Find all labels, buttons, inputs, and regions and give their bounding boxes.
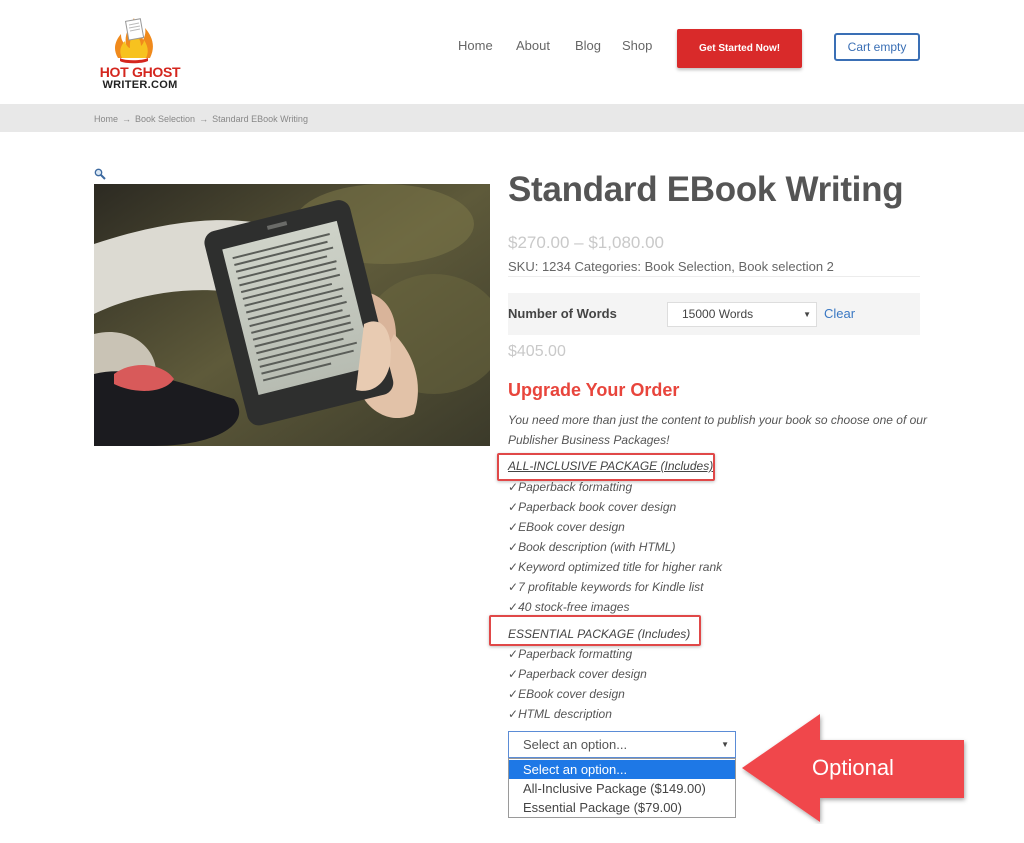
feature-item: ✓EBook cover design	[508, 520, 625, 534]
nav-blog-link[interactable]: Blog	[575, 38, 601, 53]
logo-wordmark: HOT GHOST WRITER.COM	[90, 65, 190, 91]
upgrade-intro: You need more than just the content to p…	[508, 413, 927, 447]
divider	[508, 276, 920, 277]
product-title: Standard EBook Writing	[508, 170, 904, 209]
feature-item: ✓Book description (with HTML)	[508, 540, 676, 554]
feature-item: ✓7 profitable keywords for Kindle list	[508, 580, 704, 594]
package-addon-dropdown: Select an option... All-Inclusive Packag…	[508, 758, 736, 818]
cart-button[interactable]: Cart empty	[834, 33, 920, 61]
breadcrumb-book-selection[interactable]: Book Selection	[135, 114, 195, 124]
option-all-inclusive-package[interactable]: All-Inclusive Package ($149.00)	[509, 779, 735, 798]
ereader-photo-illustration	[94, 184, 490, 446]
number-of-words-label: Number of Words	[508, 306, 617, 321]
checkmark-icon: ✓	[508, 580, 519, 594]
price-range: $270.00 – $1,080.00	[508, 233, 664, 252]
product-photo-ereader[interactable]	[94, 184, 490, 446]
nav-about-link[interactable]: About	[516, 38, 550, 53]
upgrade-heading: Upgrade Your Order	[508, 380, 680, 400]
checkmark-icon: ✓	[508, 540, 519, 554]
magnifier-zoom-icon[interactable]	[94, 168, 106, 180]
checkmark-icon: ✓	[508, 667, 519, 681]
feature-item: ✓EBook cover design	[508, 687, 625, 701]
checkmark-icon: ✓	[508, 560, 519, 574]
select-arrow-icon: ▼	[721, 740, 729, 749]
feature-item: ✓Keyword optimized title for higher rank	[508, 560, 723, 574]
optional-callout-label: Optional	[812, 755, 894, 780]
option-essential-package[interactable]: Essential Package ($79.00)	[509, 798, 735, 817]
number-of-words-select[interactable]: 15000 Words ▼	[667, 302, 817, 327]
selected-price: $405.00	[508, 343, 566, 360]
checkmark-icon: ✓	[508, 520, 519, 534]
feature-item: ✓40 stock-free images	[508, 600, 630, 614]
breadcrumb-home[interactable]: Home	[94, 114, 118, 124]
package-addon-value: Select an option...	[523, 737, 628, 752]
breadcrumb-separator: →	[199, 114, 209, 124]
select-arrow-icon: ▼	[803, 310, 811, 319]
breadcrumb: Home → Book Selection → Standard EBook Writi…	[94, 114, 308, 124]
checkmark-icon: ✓	[508, 600, 519, 614]
feature-item: ✓Paperback formatting	[508, 647, 633, 661]
highlight-box	[489, 615, 701, 646]
checkmark-icon: ✓	[508, 500, 519, 514]
flaming-page-icon	[114, 18, 153, 64]
logo-line-2: WRITER.COM	[102, 79, 178, 91]
option-select-an-option[interactable]: Select an option...	[509, 760, 735, 779]
package-addon-select[interactable]: Select an option... ▼	[508, 731, 736, 758]
checkmark-icon: ✓	[508, 480, 519, 494]
logo-line-1: HOT GHOST	[99, 64, 181, 80]
breadcrumb-current: Standard EBook Writing	[212, 114, 308, 124]
number-of-words-value: 15000 Words	[682, 307, 754, 321]
feature-item: ✓Paperback book cover design	[508, 500, 677, 514]
feature-item: ✓Paperback cover design	[508, 667, 647, 681]
breadcrumb-separator: →	[122, 114, 132, 124]
feature-item: ✓Paperback formatting	[508, 480, 633, 494]
checkmark-icon: ✓	[508, 687, 519, 701]
get-started-button[interactable]: Get Started Now!	[677, 29, 802, 68]
checkmark-icon: ✓	[508, 707, 519, 721]
product-meta: SKU: 1234 Categories: Book Selection, Bo…	[508, 259, 834, 274]
nav-shop-link[interactable]: Shop	[622, 38, 652, 53]
clear-link[interactable]: Clear	[824, 306, 855, 321]
all-inclusive-features: ✓Paperback formatting ✓Paperback book co…	[508, 477, 808, 617]
checkmark-icon: ✓	[508, 647, 519, 661]
nav-home-link[interactable]: Home	[458, 38, 493, 53]
site-logo[interactable]: HOT GHOST WRITER.COM	[90, 10, 190, 92]
